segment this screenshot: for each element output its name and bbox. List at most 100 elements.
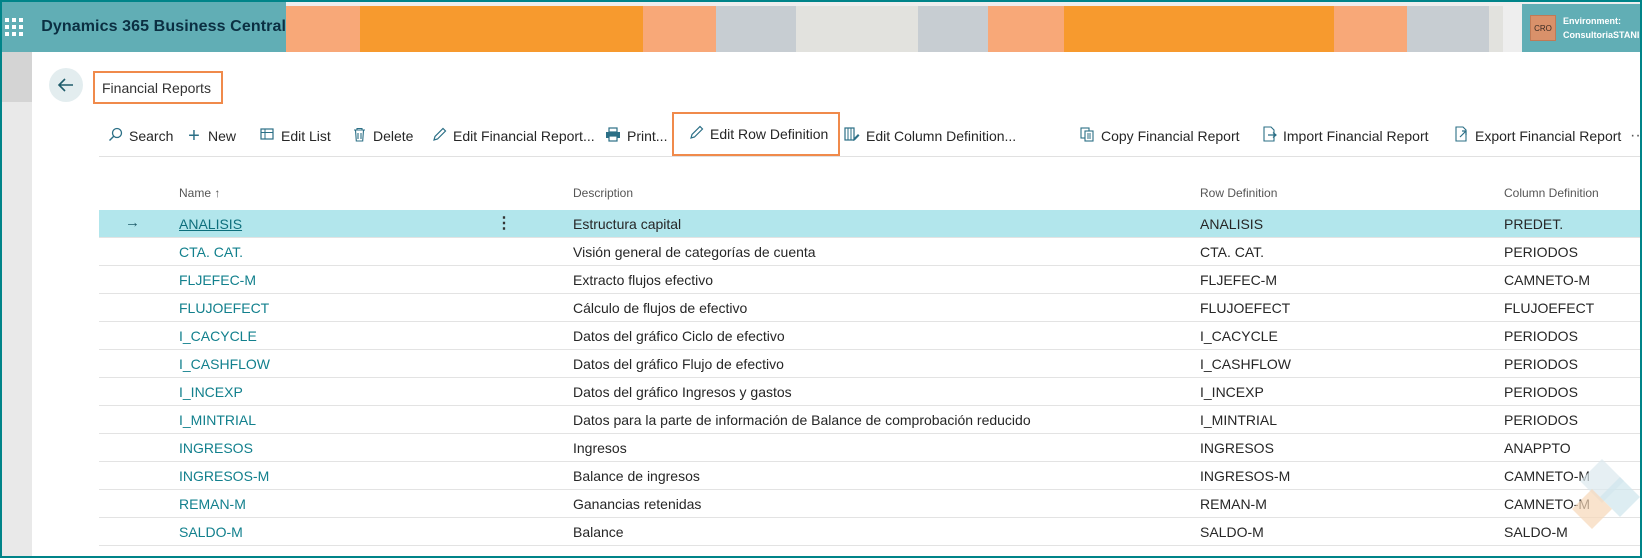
cell-row-definition: REMAN-M [1200, 496, 1267, 512]
cell-description: Estructura capital [573, 216, 682, 232]
cell-name[interactable]: REMAN-M [179, 496, 246, 512]
column-header-name[interactable]: Name ↑ [179, 186, 220, 200]
cell-description: Visión general de categorías de cuenta [573, 244, 816, 260]
cell-column-definition: PREDET. [1504, 216, 1564, 232]
cell-description: Datos del gráfico Ciclo de efectivo [573, 328, 785, 344]
waffle-icon[interactable] [3, 2, 25, 52]
page-title: Financial Reports [93, 71, 223, 104]
column-definition-icon [844, 126, 860, 146]
trash-icon [351, 127, 367, 146]
import-financial-report-button[interactable]: Import Financial Report [1261, 115, 1429, 157]
cell-name[interactable]: I_CACYCLE [179, 328, 257, 344]
search-button[interactable]: Search [107, 115, 173, 157]
top-bar: Dynamics 365 Business Central CRO Enviro… [2, 2, 1640, 52]
table-row[interactable]: CTA. CAT. Visión general de categorías de… [99, 238, 1640, 266]
export-icon [1453, 126, 1469, 146]
search-icon [107, 127, 123, 146]
table-row[interactable]: FLJEFEC-M Extracto flujos efectivo FLJEFEC… [99, 266, 1640, 294]
table-row[interactable]: I_MINTRIAL Datos para la parte de informa… [99, 406, 1640, 434]
column-header-description[interactable]: Description [573, 186, 633, 200]
pencil-icon [688, 125, 704, 144]
cell-name[interactable]: I_INCEXP [179, 384, 243, 400]
table-row[interactable]: REMAN-M Ganancias retenidas REMAN-M CAMNETO… [99, 490, 1640, 518]
cell-description: Extracto flujos efectivo [573, 272, 714, 288]
cell-description: Balance de ingresos [573, 468, 700, 484]
cell-description: Ingresos [573, 440, 627, 456]
cell-name[interactable]: I_CASHFLOW [179, 356, 270, 372]
left-gutter [2, 52, 32, 556]
cell-column-definition: PERIODOS [1504, 384, 1578, 400]
cell-column-definition: PERIODOS [1504, 356, 1578, 372]
table-header: Name ↑ Description Row Definition Column… [99, 182, 1640, 208]
table-row[interactable]: → ⋮ ANALISIS Estructura capital ANALISIS PRED… [99, 210, 1640, 238]
table-row[interactable]: INGRESOS Ingresos INGRESOS ANAPPTO [99, 434, 1640, 462]
cell-column-definition: SALDO-M [1504, 524, 1568, 540]
cell-description: Datos del gráfico Flujo de efectivo [573, 356, 784, 372]
edit-financial-report-button[interactable]: Edit Financial Report... [431, 115, 595, 157]
sort-ascending-icon: ↑ [214, 186, 221, 200]
edit-row-definition-button[interactable]: Edit Row Definition [672, 112, 841, 156]
printer-icon [605, 126, 621, 146]
app-window: Dynamics 365 Business Central CRO Enviro… [0, 0, 1642, 558]
cell-row-definition: I_MINTRIAL [1200, 412, 1278, 428]
new-button[interactable]: + New [186, 115, 236, 157]
cell-description: Ganancias retenidas [573, 496, 702, 512]
delete-button[interactable]: Delete [351, 115, 413, 157]
cell-column-definition: PERIODOS [1504, 412, 1578, 428]
app-title: Dynamics 365 Business Central [41, 18, 286, 35]
table-row[interactable]: INGRESOS-M Balance de ingresos INGRESOS-M C… [99, 462, 1640, 490]
more-options-icon[interactable]: ··· [1630, 115, 1640, 157]
cell-column-definition: CAMNETO-M [1504, 272, 1591, 288]
cell-row-definition: ANALISIS [1200, 216, 1264, 232]
cell-description: Cálculo de flujos de efectivo [573, 300, 748, 316]
environment-indicator[interactable]: CRO Environment: ConsultoriaSTANI [1522, 4, 1640, 52]
row-actions-icon[interactable]: ⋮ [496, 213, 512, 233]
cell-column-definition: PERIODOS [1504, 328, 1578, 344]
cell-row-definition: FLJEFEC-M [1200, 272, 1277, 288]
cell-name[interactable]: I_MINTRIAL [179, 412, 256, 428]
column-header-row-definition[interactable]: Row Definition [1200, 186, 1277, 200]
back-arrow-icon[interactable] [49, 68, 83, 102]
cell-row-definition: FLUJOEFECT [1200, 300, 1291, 316]
cell-name[interactable]: ANALISIS [179, 216, 242, 232]
environment-name: ConsultoriaSTANI [1563, 30, 1640, 40]
table-row[interactable]: I_CACYCLE Datos del gráfico Ciclo de efec… [99, 322, 1640, 350]
banner-decoration [286, 6, 1503, 52]
cell-name[interactable]: INGRESOS-M [179, 468, 269, 484]
cell-description: Datos para la parte de información de Ba… [573, 412, 1031, 428]
cell-row-definition: I_CACYCLE [1200, 328, 1278, 344]
cell-column-definition: ANAPPTO [1504, 440, 1571, 456]
cell-description: Balance [573, 524, 624, 540]
cell-description: Datos del gráfico Ingresos y gastos [573, 384, 792, 400]
brand-area: Dynamics 365 Business Central [2, 2, 286, 52]
edit-list-button[interactable]: Edit List [259, 115, 331, 157]
cell-name[interactable]: FLJEFEC-M [179, 272, 256, 288]
edit-list-icon [259, 127, 275, 146]
watermark-logo [1572, 459, 1640, 529]
column-header-column-definition[interactable]: Column Definition [1504, 186, 1599, 200]
edit-column-definition-button[interactable]: Edit Column Definition... [844, 115, 1016, 157]
row-selector-arrow-icon[interactable]: → [125, 214, 140, 231]
table-row[interactable]: SALDO-M Balance SALDO-M SALDO-M [99, 518, 1640, 546]
copy-financial-report-button[interactable]: Copy Financial Report [1079, 115, 1240, 157]
cell-name[interactable]: FLUJOEFECT [179, 300, 269, 316]
cell-name[interactable]: INGRESOS [179, 440, 253, 456]
pencil-icon [431, 127, 447, 146]
cell-row-definition: I_INCEXP [1200, 384, 1264, 400]
action-bar: Search + New Edit List Delete Edit Finan… [99, 112, 1640, 157]
table-body: → ⋮ ANALISIS Estructura capital ANALISIS PRED… [99, 210, 1640, 546]
cell-name[interactable]: SALDO-M [179, 524, 243, 540]
cell-name[interactable]: CTA. CAT. [179, 244, 243, 260]
table-row[interactable]: I_CASHFLOW Datos del gráfico Flujo de efe… [99, 350, 1640, 378]
cell-column-definition: PERIODOS [1504, 244, 1578, 260]
export-financial-report-button[interactable]: Export Financial Report [1453, 115, 1621, 157]
cell-row-definition: CTA. CAT. [1200, 244, 1265, 260]
avatar[interactable]: CRO [1530, 15, 1556, 41]
cell-row-definition: INGRESOS-M [1200, 468, 1291, 484]
cell-row-definition: I_CASHFLOW [1200, 356, 1292, 372]
table-row[interactable]: FLUJOEFECT Cálculo de flujos de efectivo F… [99, 294, 1640, 322]
cell-row-definition: SALDO-M [1200, 524, 1264, 540]
print-button[interactable]: Print... [605, 115, 667, 157]
table-row[interactable]: I_INCEXP Datos del gráfico Ingresos y gas… [99, 378, 1640, 406]
cell-column-definition: FLUJOEFECT [1504, 300, 1595, 316]
